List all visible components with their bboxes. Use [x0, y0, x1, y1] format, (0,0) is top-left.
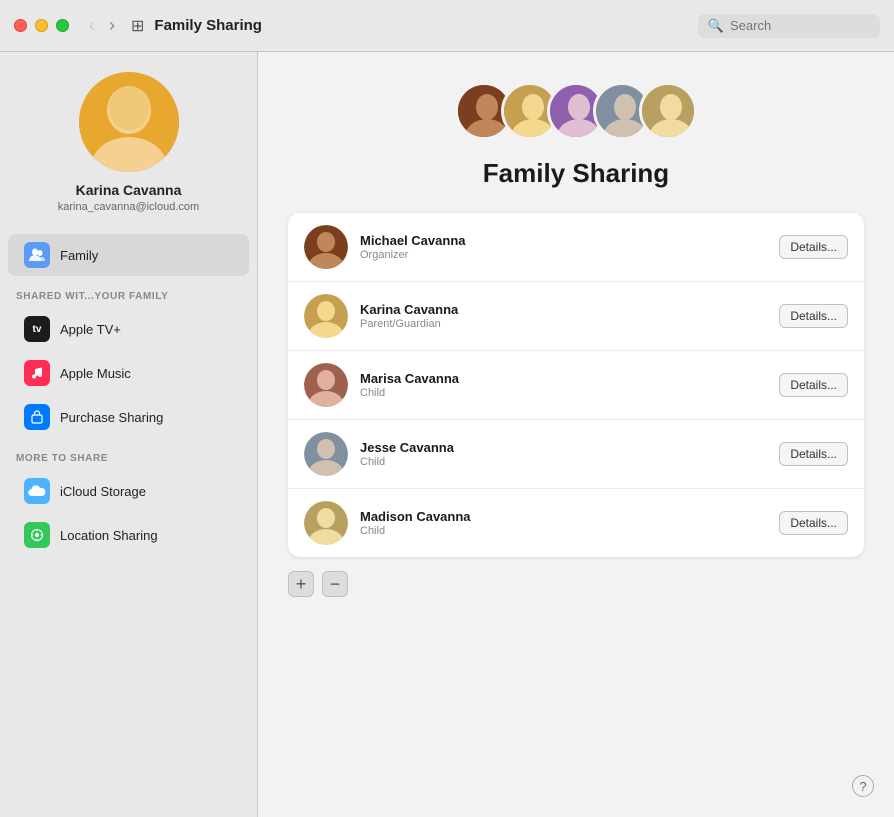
member-name-3: Marisa Cavanna	[360, 371, 767, 386]
location-icon	[24, 522, 50, 548]
details-button-1[interactable]: Details...	[779, 235, 848, 259]
family-icon	[24, 242, 50, 268]
add-member-button[interactable]: +	[288, 571, 314, 597]
sidebar-item-icloud-label: iCloud Storage	[60, 484, 146, 499]
avatar	[79, 72, 179, 172]
right-panel: Family Sharing Michael Cavanna Organizer…	[258, 52, 894, 817]
table-row: Michael Cavanna Organizer Details...	[288, 213, 864, 282]
sidebar-item-location-label: Location Sharing	[60, 528, 158, 543]
member-role-5: Child	[360, 525, 767, 537]
sidebar-item-applemusic-label: Apple Music	[60, 366, 131, 381]
sidebar-item-applemusic[interactable]: Apple Music	[8, 352, 249, 394]
member-avatar-5	[304, 501, 348, 545]
member-name-5: Madison Cavanna	[360, 509, 767, 524]
details-button-4[interactable]: Details...	[779, 442, 848, 466]
member-avatar-1	[304, 225, 348, 269]
minimize-button[interactable]	[35, 19, 48, 32]
music-icon	[24, 360, 50, 386]
member-role-4: Child	[360, 456, 767, 468]
main-content: Karina Cavanna karina_cavanna@icloud.com…	[0, 52, 894, 817]
details-button-2[interactable]: Details...	[779, 304, 848, 328]
members-list: Michael Cavanna Organizer Details... Kar…	[288, 213, 864, 557]
window-title: Family Sharing	[154, 17, 697, 34]
search-input[interactable]	[730, 18, 870, 33]
table-row: Jesse Cavanna Child Details...	[288, 420, 864, 489]
page-title: Family Sharing	[483, 158, 669, 189]
sidebar-item-family-label: Family	[60, 248, 98, 263]
back-button[interactable]: ‹	[85, 13, 99, 38]
table-row: Madison Cavanna Child Details...	[288, 489, 864, 557]
sidebar-item-location[interactable]: Location Sharing	[8, 514, 249, 556]
nav-buttons: ‹ ›	[85, 13, 119, 38]
traffic-lights	[14, 19, 69, 32]
sidebar-item-family[interactable]: Family	[8, 234, 249, 276]
add-remove-buttons: + −	[288, 571, 864, 597]
member-avatar-3	[304, 363, 348, 407]
icloud-icon	[24, 478, 50, 504]
member-info-4: Jesse Cavanna Child	[360, 440, 767, 468]
member-info-1: Michael Cavanna Organizer	[360, 233, 767, 261]
profile-section: Karina Cavanna karina_cavanna@icloud.com	[0, 72, 257, 233]
remove-member-button[interactable]: −	[322, 571, 348, 597]
sidebar-item-icloud[interactable]: iCloud Storage	[8, 470, 249, 512]
sidebar-item-appletv[interactable]: tv Apple TV+	[8, 308, 249, 350]
grid-view-button[interactable]: ⊞	[131, 16, 144, 36]
profile-name: Karina Cavanna	[76, 182, 182, 198]
search-bar[interactable]: 🔍	[698, 14, 880, 38]
member-role-3: Child	[360, 387, 767, 399]
close-button[interactable]	[14, 19, 27, 32]
member-info-3: Marisa Cavanna Child	[360, 371, 767, 399]
sidebar: Karina Cavanna karina_cavanna@icloud.com…	[0, 52, 258, 817]
more-section-label: MORE TO SHARE	[0, 439, 257, 469]
member-name-2: Karina Cavanna	[360, 302, 767, 317]
purchase-icon	[24, 404, 50, 430]
appletv-icon: tv	[24, 316, 50, 342]
sidebar-item-purchase[interactable]: Purchase Sharing	[8, 396, 249, 438]
member-info-2: Karina Cavanna Parent/Guardian	[360, 302, 767, 330]
member-name-1: Michael Cavanna	[360, 233, 767, 248]
member-avatar-2	[304, 294, 348, 338]
table-row: Marisa Cavanna Child Details...	[288, 351, 864, 420]
search-icon: 🔍	[708, 18, 724, 34]
member-name-4: Jesse Cavanna	[360, 440, 767, 455]
details-button-5[interactable]: Details...	[779, 511, 848, 535]
help-button[interactable]: ?	[852, 775, 874, 797]
shared-section-label: SHARED WIT...YOUR FAMILY	[0, 277, 257, 307]
family-avatars	[455, 82, 697, 140]
sidebar-item-purchase-label: Purchase Sharing	[60, 410, 163, 425]
member-role-2: Parent/Guardian	[360, 318, 767, 330]
profile-email: karina_cavanna@icloud.com	[58, 201, 199, 213]
member-info-5: Madison Cavanna Child	[360, 509, 767, 537]
member-role-1: Organizer	[360, 249, 767, 261]
maximize-button[interactable]	[56, 19, 69, 32]
table-row: Karina Cavanna Parent/Guardian Details..…	[288, 282, 864, 351]
details-button-3[interactable]: Details...	[779, 373, 848, 397]
member-avatar-4	[304, 432, 348, 476]
sidebar-item-appletv-label: Apple TV+	[60, 322, 121, 337]
forward-button[interactable]: ›	[105, 13, 119, 38]
family-avatar-5	[639, 82, 697, 140]
title-bar: ‹ › ⊞ Family Sharing 🔍	[0, 0, 894, 52]
